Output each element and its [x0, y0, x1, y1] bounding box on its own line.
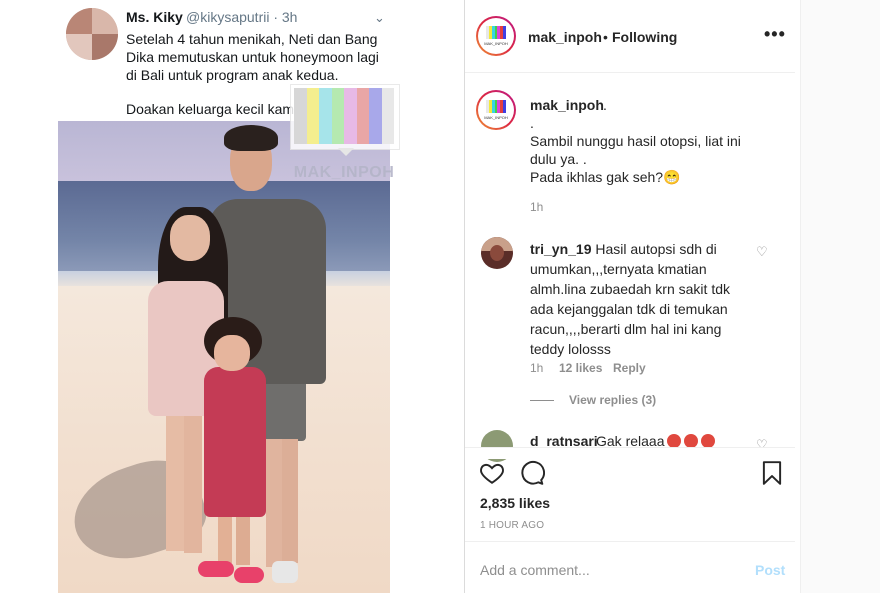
actions-divider — [465, 447, 795, 448]
bookmark-icon[interactable] — [759, 460, 785, 486]
family-beach-photo — [58, 121, 390, 593]
comment-time[interactable]: 1h — [530, 361, 543, 375]
header-separator: • — [603, 29, 608, 45]
tweet-handle: @kikysaputrii · 3h — [186, 9, 298, 25]
comment-bubble-icon[interactable] — [519, 460, 545, 486]
view-replies-button[interactable]: View replies (3) — [569, 393, 656, 407]
caption-text: . Sambil nunggu hasil otopsi, liat ini d… — [530, 115, 741, 185]
following-button[interactable]: Following — [612, 29, 677, 45]
angry-face-icon — [684, 434, 699, 448]
caption-avatar[interactable]: MAK_INPOH — [476, 90, 516, 130]
tweet-author-name: Ms. Kiky — [126, 9, 183, 25]
view-replies-line — [530, 400, 554, 401]
tweet-line: Dika memutuskan untuk honeymoon lagi — [126, 49, 379, 65]
header-username[interactable]: mak_inpoh — [528, 29, 602, 45]
tweet-line: Setelah 4 tahun menikah, Neti dan Bang — [126, 31, 378, 47]
comment-box-divider — [465, 541, 795, 542]
comments-scroll-edge — [465, 447, 800, 459]
post-timestamp[interactable]: 1 HOUR AGO — [480, 520, 544, 531]
add-comment-input[interactable]: Add a comment... — [480, 562, 590, 578]
angry-face-icon — [667, 434, 682, 448]
tweet-screenshot-panel: Ms. Kiky @kikysaputrii · 3h ⌄ Setelah 4 … — [0, 0, 464, 593]
watermark-logo: MAK_INPOH — [290, 84, 400, 181]
chevron-down-icon: ⌄ — [374, 10, 385, 25]
caption-username[interactable]: mak_inpoh — [530, 97, 604, 113]
caption-dot: . — [603, 97, 607, 113]
more-options-icon[interactable]: ••• — [764, 24, 786, 45]
post-comment-button[interactable]: Post — [755, 562, 785, 578]
comment-username[interactable]: tri_yn_19 — [530, 241, 591, 257]
comment-like-heart-icon[interactable]: ♡ — [756, 244, 768, 260]
comment-avatar[interactable] — [481, 237, 513, 269]
caption-time[interactable]: 1h — [530, 200, 543, 214]
like-count[interactable]: 2,835 likes — [480, 495, 550, 511]
like-heart-icon[interactable] — [479, 460, 505, 486]
watermark-text: MAK_INPOH — [293, 164, 395, 181]
header-avatar[interactable]: MAK_INPOH — [476, 16, 516, 56]
tweet-avatar — [66, 8, 118, 60]
reply-button[interactable]: Reply — [613, 361, 646, 375]
header-divider — [465, 72, 795, 73]
comment-likes[interactable]: 12 likes — [559, 361, 602, 375]
page-background — [800, 0, 880, 593]
angry-face-icon — [701, 434, 716, 448]
tweet-line: di Bali untuk program anak kedua. — [126, 67, 339, 83]
comment-text: tri_yn_19 Hasil autopsi sdh di umumkan,,… — [530, 241, 730, 357]
